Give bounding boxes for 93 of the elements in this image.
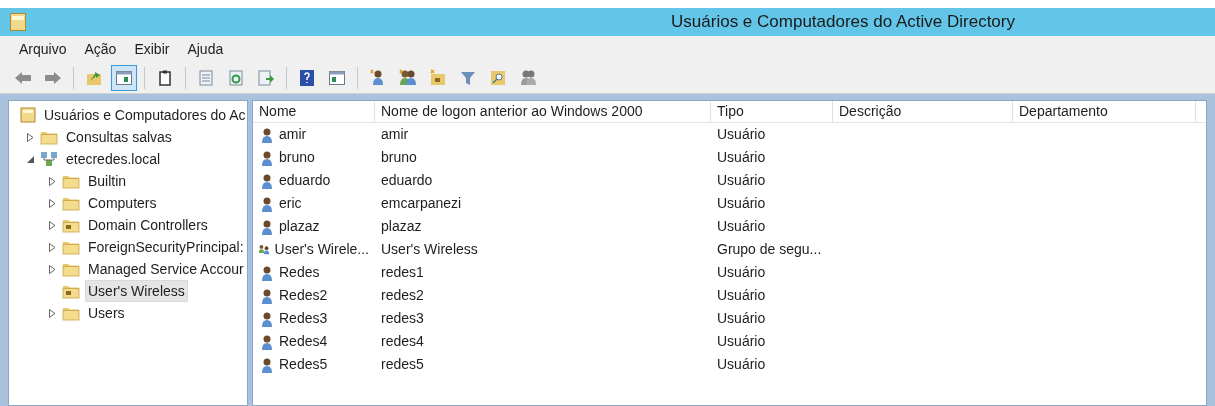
table-cell-text: redes5: [381, 355, 424, 374]
table-cell-text: Redes4: [279, 332, 328, 351]
properties-icon: [197, 68, 215, 87]
table-cell-text: Usuário: [717, 171, 766, 190]
table-cell-text: User's Wirele...: [274, 240, 369, 259]
user-icon: [259, 264, 275, 281]
column-header[interactable]: Nome: [253, 101, 375, 122]
folder-icon: [62, 239, 80, 255]
table-cell-text: Usuário: [717, 217, 766, 236]
table-cell-text: bruno: [381, 148, 417, 167]
table-cell-text: redes1: [381, 263, 424, 282]
folder-icon: [62, 283, 80, 299]
table-cell-text: plazaz: [381, 217, 422, 236]
expand-arrow-icon[interactable]: [48, 176, 56, 186]
table-cell-text: Usuário: [717, 125, 766, 144]
table-cell-text: Usuário: [717, 332, 766, 351]
table-cell-text: redes2: [381, 286, 424, 305]
column-header[interactable]: Nome de logon anterior ao Windows 2000: [375, 101, 711, 122]
expand-arrow-icon[interactable]: [48, 220, 56, 230]
menu-item[interactable]: Ajuda: [180, 38, 231, 60]
column-header[interactable]: Tipo: [711, 101, 833, 122]
expand-arrow-icon[interactable]: [48, 242, 56, 252]
user-icon: [259, 172, 275, 189]
menu-item[interactable]: Exibir: [127, 38, 177, 60]
table-cell-text: emcarpanezi: [381, 194, 462, 213]
table-cell-text: Usuário: [717, 194, 766, 213]
table-cell-text: Usuário: [717, 286, 766, 305]
table-cell-text: redes4: [381, 332, 424, 351]
app-icon: [10, 13, 26, 31]
tree-item[interactable]: Computers: [85, 192, 160, 214]
folder-icon: [40, 129, 58, 145]
user-icon: [259, 195, 275, 212]
tree-item[interactable]: Users: [85, 302, 128, 324]
table-cell-text: Redes2: [279, 286, 328, 305]
table-cell-text: eduardo: [381, 171, 433, 190]
tree-item[interactable]: Consultas salvas: [63, 126, 175, 148]
user-icon: [259, 356, 275, 373]
new-group-icon: [399, 68, 417, 87]
window-title: Usuários e Computadores do Active Directory: [671, 11, 1015, 34]
expand-arrow-icon[interactable]: [48, 308, 56, 318]
column-header[interactable]: Departamento: [1013, 101, 1196, 122]
expand-arrow-icon[interactable]: [48, 198, 56, 208]
new-folder-icon: [429, 68, 447, 87]
table-cell-text: redes3: [381, 309, 424, 328]
table-cell-text: User's Wireless: [381, 240, 478, 259]
folder-icon: [62, 305, 80, 321]
table-cell-text: Usuário: [717, 263, 766, 282]
panel-icon: [328, 68, 346, 87]
user-icon: [259, 333, 275, 350]
refresh-icon: [227, 68, 245, 87]
tree-item[interactable]: ForeignSecurityPrincipal:: [85, 236, 247, 258]
tree-item[interactable]: User's Wireless: [85, 280, 188, 302]
table-cell-text: Usuário: [717, 309, 766, 328]
expand-arrow-icon[interactable]: [26, 132, 34, 142]
table-cell-text: plazaz: [279, 217, 320, 236]
table-cell-text: amir: [279, 125, 307, 144]
folder-icon: [62, 261, 80, 277]
table-cell-text: eduardo: [279, 171, 331, 190]
table-cell-text: Redes: [279, 263, 320, 282]
toolbar-button[interactable]: [111, 64, 137, 91]
table-cell-text: bruno: [279, 148, 315, 167]
folder-icon: [62, 217, 80, 233]
menu-item[interactable]: Arquivo: [12, 38, 74, 60]
tree-item[interactable]: Domain Controllers: [85, 214, 211, 236]
find-icon: [489, 68, 507, 87]
table-cell-text: eric: [279, 194, 302, 213]
expand-arrow-icon[interactable]: [48, 264, 56, 274]
tree-item[interactable]: etecredes.local: [63, 148, 164, 170]
domain-icon: [40, 151, 58, 167]
user-icon: [259, 287, 275, 304]
user-icon: [259, 149, 275, 166]
table-cell-text: Redes5: [279, 355, 328, 374]
collapse-arrow-icon[interactable]: [26, 155, 34, 163]
folder-icon: [62, 173, 80, 189]
table-cell-text: Redes3: [279, 309, 328, 328]
column-header[interactable]: Descrição: [833, 101, 1013, 122]
table-cell-text: amir: [381, 125, 409, 144]
table-cell-text: Grupo de segu...: [717, 240, 822, 259]
panel-icon: [115, 68, 133, 87]
user-icon: [259, 218, 275, 235]
console-icon: [20, 107, 36, 123]
export-list-icon: [257, 68, 275, 87]
help-icon: [298, 68, 316, 87]
menu-item[interactable]: Ação: [77, 38, 124, 60]
folder-icon: [62, 195, 80, 211]
user-icon: [259, 126, 275, 143]
user-icon: [259, 310, 275, 327]
tree-item[interactable]: Usuários e Computadores do Ac: [41, 104, 247, 126]
table-cell-text: Usuário: [717, 148, 766, 167]
tree-item[interactable]: Builtin: [85, 170, 130, 192]
tree-item[interactable]: Managed Service Accour: [85, 258, 247, 280]
table-cell-text: Usuário: [717, 355, 766, 374]
clipboard-icon: [156, 68, 174, 87]
